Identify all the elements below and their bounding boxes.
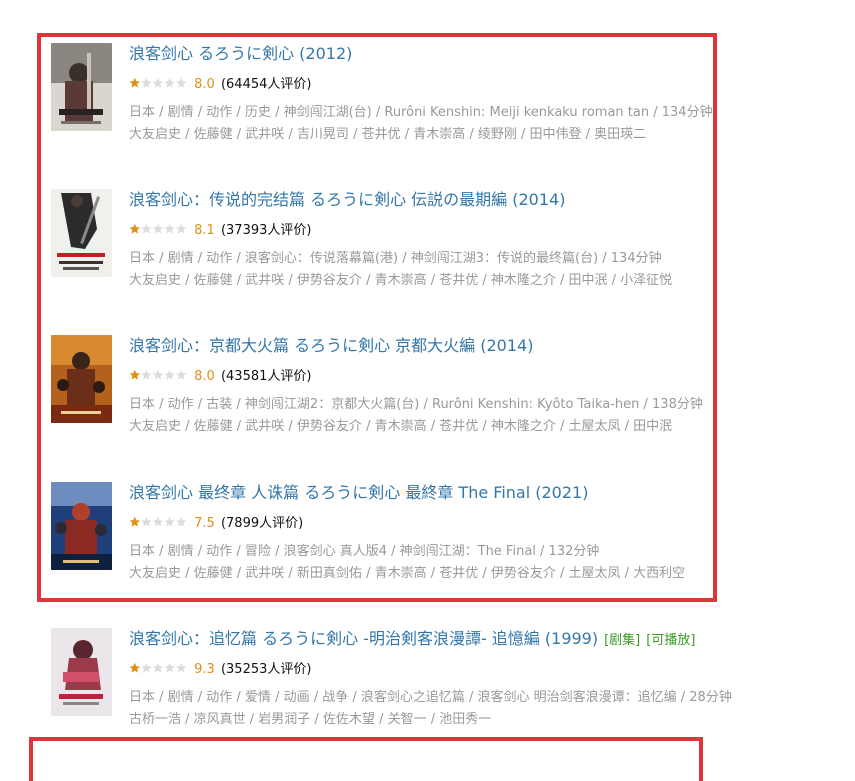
result-title-text[interactable]: 浪客剑心：追忆篇 るろうに剣心 -明治剣客浪漫譚- 追憶編 (1999) — [129, 629, 598, 648]
rating-score: 9.3 — [194, 662, 215, 677]
rating-row: 8.0 (43581人评价) — [129, 368, 311, 386]
rating-row: 7.5 (7899人评价) — [129, 515, 303, 533]
cast-info: 大友启史 / 佐藤健 / 武井咲 / 伊势谷友介 / 青木崇高 / 苍井优 / … — [129, 419, 673, 434]
result-title[interactable]: 浪客剑心：传说的完结篇 るろうに剣心 伝説の最期編 (2014) — [129, 189, 565, 211]
rating-score: 8.0 — [194, 77, 215, 92]
star-rating-icon — [129, 369, 187, 387]
rating-row: 8.1 (37393人评价) — [129, 222, 311, 240]
result-item: 浪客剑心：传说的完结篇 るろうに剣心 伝説の最期編 (2014) 8.1 (37… — [51, 189, 841, 329]
result-title[interactable]: 浪客剑心 るろうに剣心 (2012) — [129, 43, 352, 65]
playable-tag[interactable]: [可播放] — [646, 633, 695, 648]
poster-art — [51, 335, 112, 423]
star-rating-icon — [129, 223, 187, 241]
meta-info: 日本 / 动作 / 古装 / 神剑闯江湖2：京都大火篇(台) / Rurôni … — [129, 397, 703, 412]
cast-info: 大友启史 / 佐藤健 / 武井咲 / 新田真剑佑 / 青木崇高 / 苍井优 / … — [129, 566, 686, 581]
poster-image[interactable] — [51, 335, 112, 423]
rating-row: 8.0 (64454人评价) — [129, 76, 311, 94]
meta-info: 日本 / 剧情 / 动作 / 浪客剑心：传说落幕篇(港) / 神剑闯江湖3：传说… — [129, 251, 662, 266]
poster-image[interactable] — [51, 628, 112, 716]
result-item: 浪客剑心：京都大火篇 るろうに剣心 京都大火編 (2014) 8.0 (4358… — [51, 335, 841, 475]
poster-image[interactable] — [51, 482, 112, 570]
result-title[interactable]: 浪客剑心 最终章 人诛篇 るろうに剣心 最終章 The Final (2021) — [129, 482, 588, 504]
rating-score: 8.0 — [194, 369, 215, 384]
result-item: 浪客剑心 最终章 人诛篇 るろうに剣心 最終章 The Final (2021)… — [51, 482, 841, 622]
rating-count: (7899人评价) — [220, 516, 304, 531]
result-title[interactable]: 浪客剑心：京都大火篇 るろうに剣心 京都大火編 (2014) — [129, 335, 533, 357]
meta-info: 日本 / 剧情 / 动作 / 爱情 / 动画 / 战争 / 浪客剑心之追忆篇 /… — [129, 690, 732, 705]
meta-info: 日本 / 剧情 / 动作 / 冒险 / 浪客剑心 真人版4 / 神剑闯江湖：Th… — [129, 544, 600, 559]
star-rating-icon — [129, 662, 187, 680]
meta-info: 日本 / 剧情 / 动作 / 历史 / 神剑闯江湖(台) / Rurôni Ke… — [129, 105, 713, 120]
result-item: 浪客剑心 るろうに剣心 (2012) 8.0 (64454人评价) 日本 / 剧… — [51, 43, 841, 183]
rating-count: (64454人评价) — [220, 77, 312, 92]
poster-art — [51, 482, 112, 570]
poster-art — [51, 189, 112, 277]
rating-count: (43581人评价) — [220, 369, 312, 384]
rating-score: 8.1 — [194, 223, 215, 238]
star-rating-icon — [129, 77, 187, 95]
poster-image[interactable] — [51, 43, 112, 131]
star-rating-icon — [129, 516, 187, 534]
rating-score: 7.5 — [194, 516, 215, 531]
rating-count: (37393人评价) — [220, 223, 312, 238]
cast-info: 大友启史 / 佐藤健 / 武井咲 / 吉川晃司 / 苍井优 / 青木崇高 / 绫… — [129, 127, 647, 142]
bottom-highlight-frame — [29, 737, 703, 781]
poster-art — [51, 43, 112, 131]
rating-row: 9.3 (35253人评价) — [129, 661, 311, 679]
poster-art — [51, 628, 112, 716]
poster-image[interactable] — [51, 189, 112, 277]
series-tag[interactable]: [剧集] — [604, 633, 640, 648]
rating-count: (35253人评价) — [220, 662, 312, 677]
cast-info: 大友启史 / 佐藤健 / 武井咲 / 伊势谷友介 / 青木崇高 / 苍井优 / … — [129, 273, 673, 288]
result-title[interactable]: 浪客剑心：追忆篇 るろうに剣心 -明治剣客浪漫譚- 追憶編 (1999) [剧集]… — [129, 628, 695, 652]
